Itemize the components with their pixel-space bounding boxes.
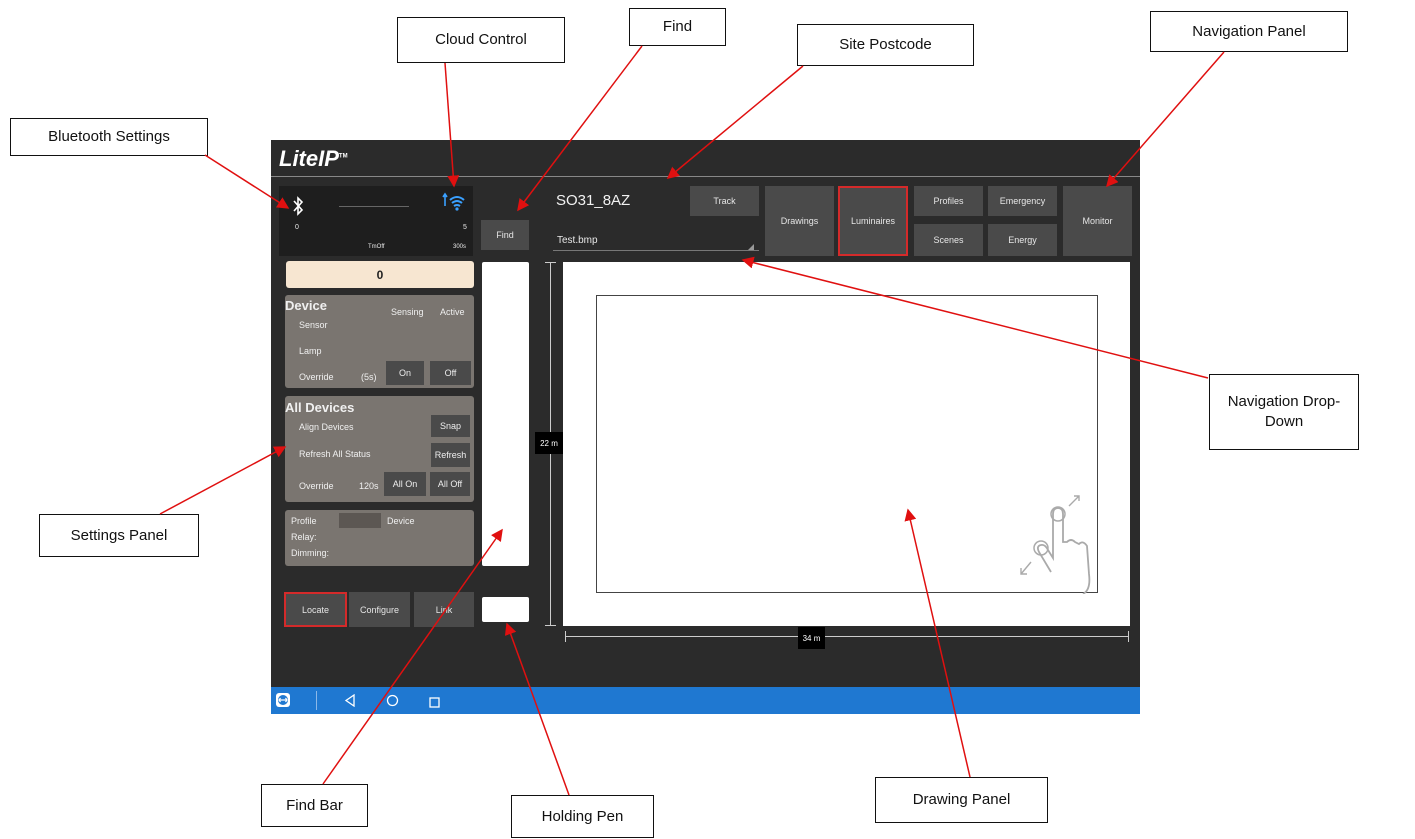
lamp-label: Lamp: [299, 346, 322, 356]
device-override-duration: (5s): [361, 372, 377, 382]
nav-energy[interactable]: Energy: [988, 224, 1057, 256]
all-off-button[interactable]: All Off: [430, 472, 470, 496]
all-on-button[interactable]: All On: [384, 472, 426, 496]
all-devices-panel: All Devices Align Devices Snap Refresh A…: [285, 396, 474, 502]
liteip-logo: LiteIPTM: [279, 146, 348, 171]
height-dimension-cap-top: [545, 262, 556, 263]
width-dimension-line: [565, 636, 1129, 637]
callout-site-postcode: Site Postcode: [797, 24, 974, 66]
tm-label: TmOff: [368, 244, 385, 250]
callout-navigation-dropdown: Navigation Drop- Down: [1209, 374, 1359, 450]
bluetooth-icon[interactable]: [291, 196, 305, 216]
cloud-time: 300s: [453, 244, 467, 250]
site-postcode: SO31_8AZ: [556, 192, 631, 209]
drawing-dropdown-value[interactable]: Test.bmp: [557, 235, 598, 246]
callout-settings-panel: Settings Panel: [39, 514, 199, 557]
snap-button[interactable]: Snap: [431, 415, 470, 437]
callout-holding-pen: Holding Pen: [511, 795, 654, 838]
recents-icon[interactable]: [429, 695, 440, 713]
counter-box: 0: [286, 261, 474, 288]
device-title: Device: [285, 298, 327, 313]
device-override-label: Override: [299, 372, 334, 382]
device-info-panel: Profile Device Relay: Dimming:: [285, 510, 474, 566]
callout-navigation-dropdown-line2: Down: [1264, 413, 1304, 430]
relay-label: Relay:: [291, 532, 317, 542]
drawing-dropdown-underline: [553, 250, 759, 251]
callout-find-bar: Find Bar: [261, 784, 368, 827]
status-area: 0 TmOff 5 300s: [279, 186, 473, 256]
sensor-label: Sensor: [299, 320, 328, 330]
configure-button[interactable]: Configure: [349, 592, 410, 627]
counter-value: 0: [376, 267, 384, 282]
width-dimension-cap-right: [1128, 631, 1129, 642]
liteip-app-window: LiteIPTM 0 TmOff 5 300s Find SO31_8AZ Te…: [271, 140, 1140, 714]
all-override-label: Override: [299, 481, 334, 491]
device-on-button[interactable]: On: [386, 361, 424, 385]
all-override-duration: 120s: [359, 481, 379, 491]
height-dimension-cap-bottom: [545, 625, 556, 626]
refresh-status-label: Refresh All Status: [299, 449, 371, 459]
dimming-label: Dimming:: [291, 548, 330, 558]
height-dimension-label: 22 m: [535, 432, 563, 454]
callout-find: Find: [629, 8, 726, 46]
teamviewer-icon[interactable]: [276, 693, 290, 707]
arrow-settings-panel: [159, 446, 287, 515]
back-icon[interactable]: [344, 693, 356, 712]
cloud-wifi-icon[interactable]: [441, 192, 465, 221]
profile-selector[interactable]: [339, 513, 381, 528]
device-panel: Device Sensing Active Sensor Lamp Overri…: [285, 295, 474, 388]
nav-profiles[interactable]: Profiles: [914, 186, 983, 216]
drawing-panel[interactable]: [563, 262, 1130, 626]
home-icon[interactable]: [386, 694, 399, 712]
nav-track[interactable]: Track: [690, 186, 759, 216]
callout-navigation-panel: Navigation Panel: [1150, 11, 1348, 52]
status-slider-track: [339, 206, 409, 207]
align-devices-label: Align Devices: [299, 422, 354, 432]
callout-navigation-dropdown-line1: Navigation Drop-: [1227, 393, 1341, 410]
find-button[interactable]: Find: [481, 220, 529, 250]
callout-bluetooth-settings: Bluetooth Settings: [10, 118, 208, 156]
device-info-label: Device: [387, 516, 415, 526]
callout-cloud-control: Cloud Control: [397, 17, 565, 63]
dropdown-arrow-icon[interactable]: [748, 244, 754, 250]
find-bar[interactable]: [482, 262, 529, 566]
nav-monitor[interactable]: Monitor: [1063, 186, 1132, 256]
cloud-count: 5: [463, 224, 467, 231]
profile-label: Profile: [291, 516, 317, 526]
all-devices-title: All Devices: [285, 400, 355, 415]
locate-button[interactable]: Locate: [284, 592, 347, 627]
width-dimension-cap-left: [565, 631, 566, 642]
device-off-button[interactable]: Off: [430, 361, 471, 385]
width-dimension-label: 34 m: [798, 627, 825, 649]
sensing-label: Sensing: [391, 307, 424, 317]
active-label: Active: [440, 307, 465, 317]
pinch-zoom-gesture-icon: [1013, 494, 1103, 599]
refresh-button[interactable]: Refresh: [431, 443, 470, 467]
header-divider: [271, 176, 1140, 177]
nav-drawings[interactable]: Drawings: [765, 186, 834, 256]
nav-luminaires[interactable]: Luminaires: [838, 186, 908, 256]
nav-divider: [316, 691, 317, 710]
nav-emergency[interactable]: Emergency: [988, 186, 1057, 216]
callout-drawing-panel: Drawing Panel: [875, 777, 1048, 823]
link-button[interactable]: Link: [414, 592, 474, 627]
android-navigation-bar: [271, 687, 1140, 714]
bluetooth-count: 0: [295, 224, 299, 231]
holding-pen[interactable]: [482, 597, 529, 622]
nav-scenes[interactable]: Scenes: [914, 224, 983, 256]
